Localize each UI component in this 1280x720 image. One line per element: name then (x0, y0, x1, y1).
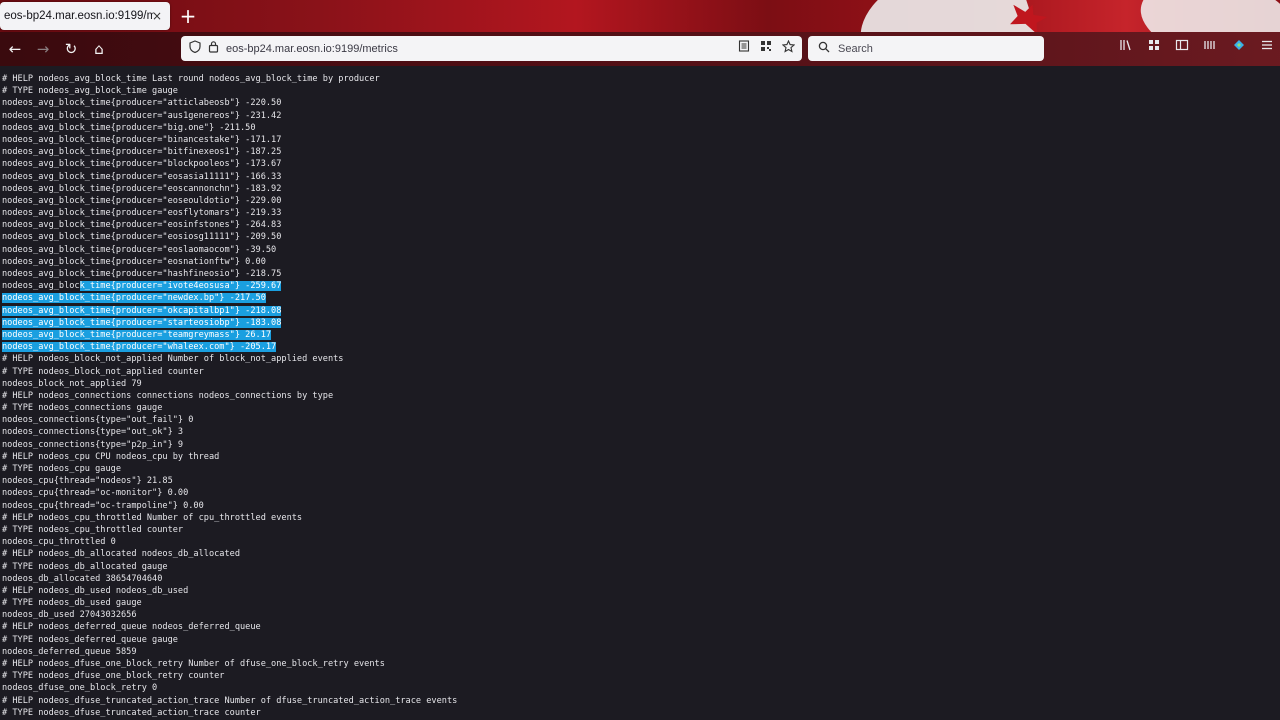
metric-line: # HELP nodeos_avg_block_time Last round … (2, 74, 380, 84)
metric-line: # HELP nodeos_connections connections no… (2, 390, 334, 401)
close-icon[interactable]: × (150, 9, 164, 23)
active-tab[interactable]: eos-bp24.mar.eosn.io:9199/metrics × (0, 2, 170, 30)
url-bar[interactable]: eos-bp24.mar.eosn.io:9199/metrics (181, 36, 802, 61)
selected-text: nodeos_avg_block_time{producer="whaleex.… (2, 342, 277, 353)
search-placeholder: Search (838, 42, 873, 55)
metric-line: nodeos_avg_block_time{producer="hashfine… (2, 269, 282, 279)
extension-icon[interactable] (1229, 38, 1249, 58)
url-text[interactable]: eos-bp24.mar.eosn.io:9199/metrics (226, 43, 398, 55)
metric-line: nodeos_avg_block_time{producer="blockpoo… (2, 159, 282, 170)
metric-line: nodeos_avg_block_time{producer="eosasia1… (2, 171, 282, 182)
metric-line: # TYPE nodeos_cpu_throttled counter (2, 524, 184, 535)
metric-line: # HELP nodeos_block_not_applied Number o… (2, 354, 344, 365)
reader-view-icon[interactable] (736, 40, 752, 56)
selected-text: nodeos_avg_block_time{producer="newdex.b… (2, 293, 266, 304)
metric-line: nodeos_avg_block_time{producer="eoslaoma… (2, 244, 277, 255)
metric-line: # HELP nodeos_cpu_throttled Number of cp… (2, 512, 303, 523)
metric-line: nodeos_cpu{thread="oc-monitor"} 0.00 (2, 488, 189, 499)
metric-line: # TYPE nodeos_dfuse_one_block_retry coun… (2, 671, 225, 682)
search-icon (816, 41, 832, 56)
shield-icon[interactable] (186, 39, 204, 58)
metric-line: nodeos_avg_block_time{producer="eosnatio… (2, 256, 266, 267)
metric-line: # HELP nodeos_dfuse_truncated_action_tra… (2, 695, 458, 706)
metric-line: nodeos_avg_block_time{producer="eoscanno… (2, 183, 282, 194)
lock-icon[interactable] (204, 40, 222, 58)
metric-line: nodeos_cpu_throttled 0 (2, 537, 116, 548)
metric-line: # HELP nodeos_db_used nodeos_db_used (2, 585, 189, 596)
metric-line: nodeos_dfuse_one_block_retry 0 (2, 683, 158, 694)
metric-line: # HELP nodeos_dfuse_one_block_retry Numb… (2, 659, 385, 669)
new-tab-button[interactable]: + (178, 6, 198, 26)
metric-line: nodeos_avg_block_time{producer="eosflyto… (2, 208, 282, 219)
metric-line: nodeos_db_allocated 38654704640 (2, 573, 163, 584)
metric-line: nodeos_avg_block_time{producer="big.one"… (2, 122, 256, 133)
metric-line: nodeos_avg_block_time{producer="eosiosg1… (2, 232, 282, 243)
metric-line: nodeos_avg_block_time{producer="ivote4eo… (2, 280, 1280, 292)
metric-line: # HELP nodeos_deferred_queue nodeos_defe… (2, 622, 261, 633)
container-tabs-icon[interactable] (1200, 38, 1220, 58)
metric-line: # TYPE nodeos_deferred_queue gauge (2, 634, 178, 645)
tab-title: eos-bp24.mar.eosn.io:9199/metrics (4, 10, 154, 22)
metric-line: # TYPE nodeos_dfuse_truncated_action_tra… (2, 707, 261, 718)
metric-line: # TYPE nodeos_db_allocated gauge (2, 561, 168, 572)
metric-line: # TYPE nodeos_block_not_applied counter (2, 366, 204, 377)
qr-code-icon[interactable] (758, 40, 774, 56)
metric-line: nodeos_block_not_applied 79 (2, 378, 142, 389)
metric-line: nodeos_connections{type="p2p_in"} 9 (2, 439, 184, 450)
back-button[interactable]: ← (4, 38, 26, 60)
metric-line: nodeos_avg_block_time{producer="teamgrey… (2, 329, 1280, 341)
tab-strip: eos-bp24.mar.eosn.io:9199/metrics × + (0, 0, 1280, 32)
metric-line: nodeos_avg_block_time{producer="eosinfst… (2, 220, 282, 231)
theme-background-shape (1132, 0, 1280, 32)
extensions-grid-icon[interactable] (1144, 38, 1164, 58)
metric-line: nodeos_connections{type="out_ok"} 3 (2, 427, 184, 438)
metric-line: # TYPE nodeos_avg_block_time gauge (2, 86, 178, 97)
metric-line-text: nodeos_avg_bloc (2, 281, 80, 292)
metric-line: nodeos_avg_block_time{producer="okcapita… (2, 305, 1280, 317)
reload-button[interactable]: ↻ (60, 38, 82, 60)
selected-text: k_time{producer="ivote4eosusa"} -259.67 (79, 281, 282, 292)
metric-line: nodeos_db_used 27043032656 (2, 610, 137, 621)
metric-line: # TYPE nodeos_connections gauge (2, 403, 163, 414)
search-bar[interactable]: Search (808, 36, 1044, 61)
metric-line: nodeos_avg_block_time{producer="eoseould… (2, 195, 282, 206)
library-icon[interactable] (1116, 38, 1136, 58)
metric-line: nodeos_avg_block_time{producer="binances… (2, 134, 282, 145)
selected-text: nodeos_avg_block_time{producer="starteos… (2, 317, 282, 328)
metric-line: # TYPE nodeos_cpu gauge (2, 464, 121, 474)
metric-line: nodeos_cpu{thread="nodeos"} 21.85 (2, 476, 173, 487)
metric-line: nodeos_avg_block_time{producer="newdex.b… (2, 292, 1280, 304)
selected-text: nodeos_avg_block_time{producer="teamgrey… (2, 329, 272, 340)
metric-line: nodeos_avg_block_time{producer="starteos… (2, 317, 1280, 329)
metric-line: # HELP nodeos_cpu CPU nodeos_cpu by thre… (2, 451, 220, 462)
forward-button[interactable]: → (32, 38, 54, 60)
metric-line: nodeos_avg_block_time{producer="aus1gene… (2, 110, 282, 121)
metric-line: nodeos_cpu{thread="oc-trampoline"} 0.00 (2, 500, 204, 511)
metric-line: nodeos_connections{type="out_fail"} 0 (2, 415, 194, 426)
bookmark-star-icon[interactable] (780, 39, 796, 56)
metric-line: nodeos_avg_block_time{producer="atticlab… (2, 98, 282, 109)
selected-text: nodeos_avg_block_time{producer="okcapita… (2, 305, 282, 316)
metric-line: nodeos_avg_block_time{producer="bitfinex… (2, 147, 282, 158)
metrics-page-content: # HELP nodeos_avg_block_time Last round … (0, 66, 1280, 720)
menu-icon[interactable] (1257, 38, 1277, 58)
theme-background-shape (847, 0, 1043, 32)
metric-line: nodeos_deferred_queue 5859 (2, 646, 137, 657)
metric-line: # HELP nodeos_db_allocated nodeos_db_all… (2, 549, 240, 560)
home-button[interactable]: ⌂ (88, 38, 110, 60)
metric-line: nodeos_avg_block_time{producer="whaleex.… (2, 341, 1280, 353)
metric-line: # TYPE nodeos_db_used gauge (2, 598, 142, 609)
sidebar-icon[interactable] (1172, 38, 1192, 58)
